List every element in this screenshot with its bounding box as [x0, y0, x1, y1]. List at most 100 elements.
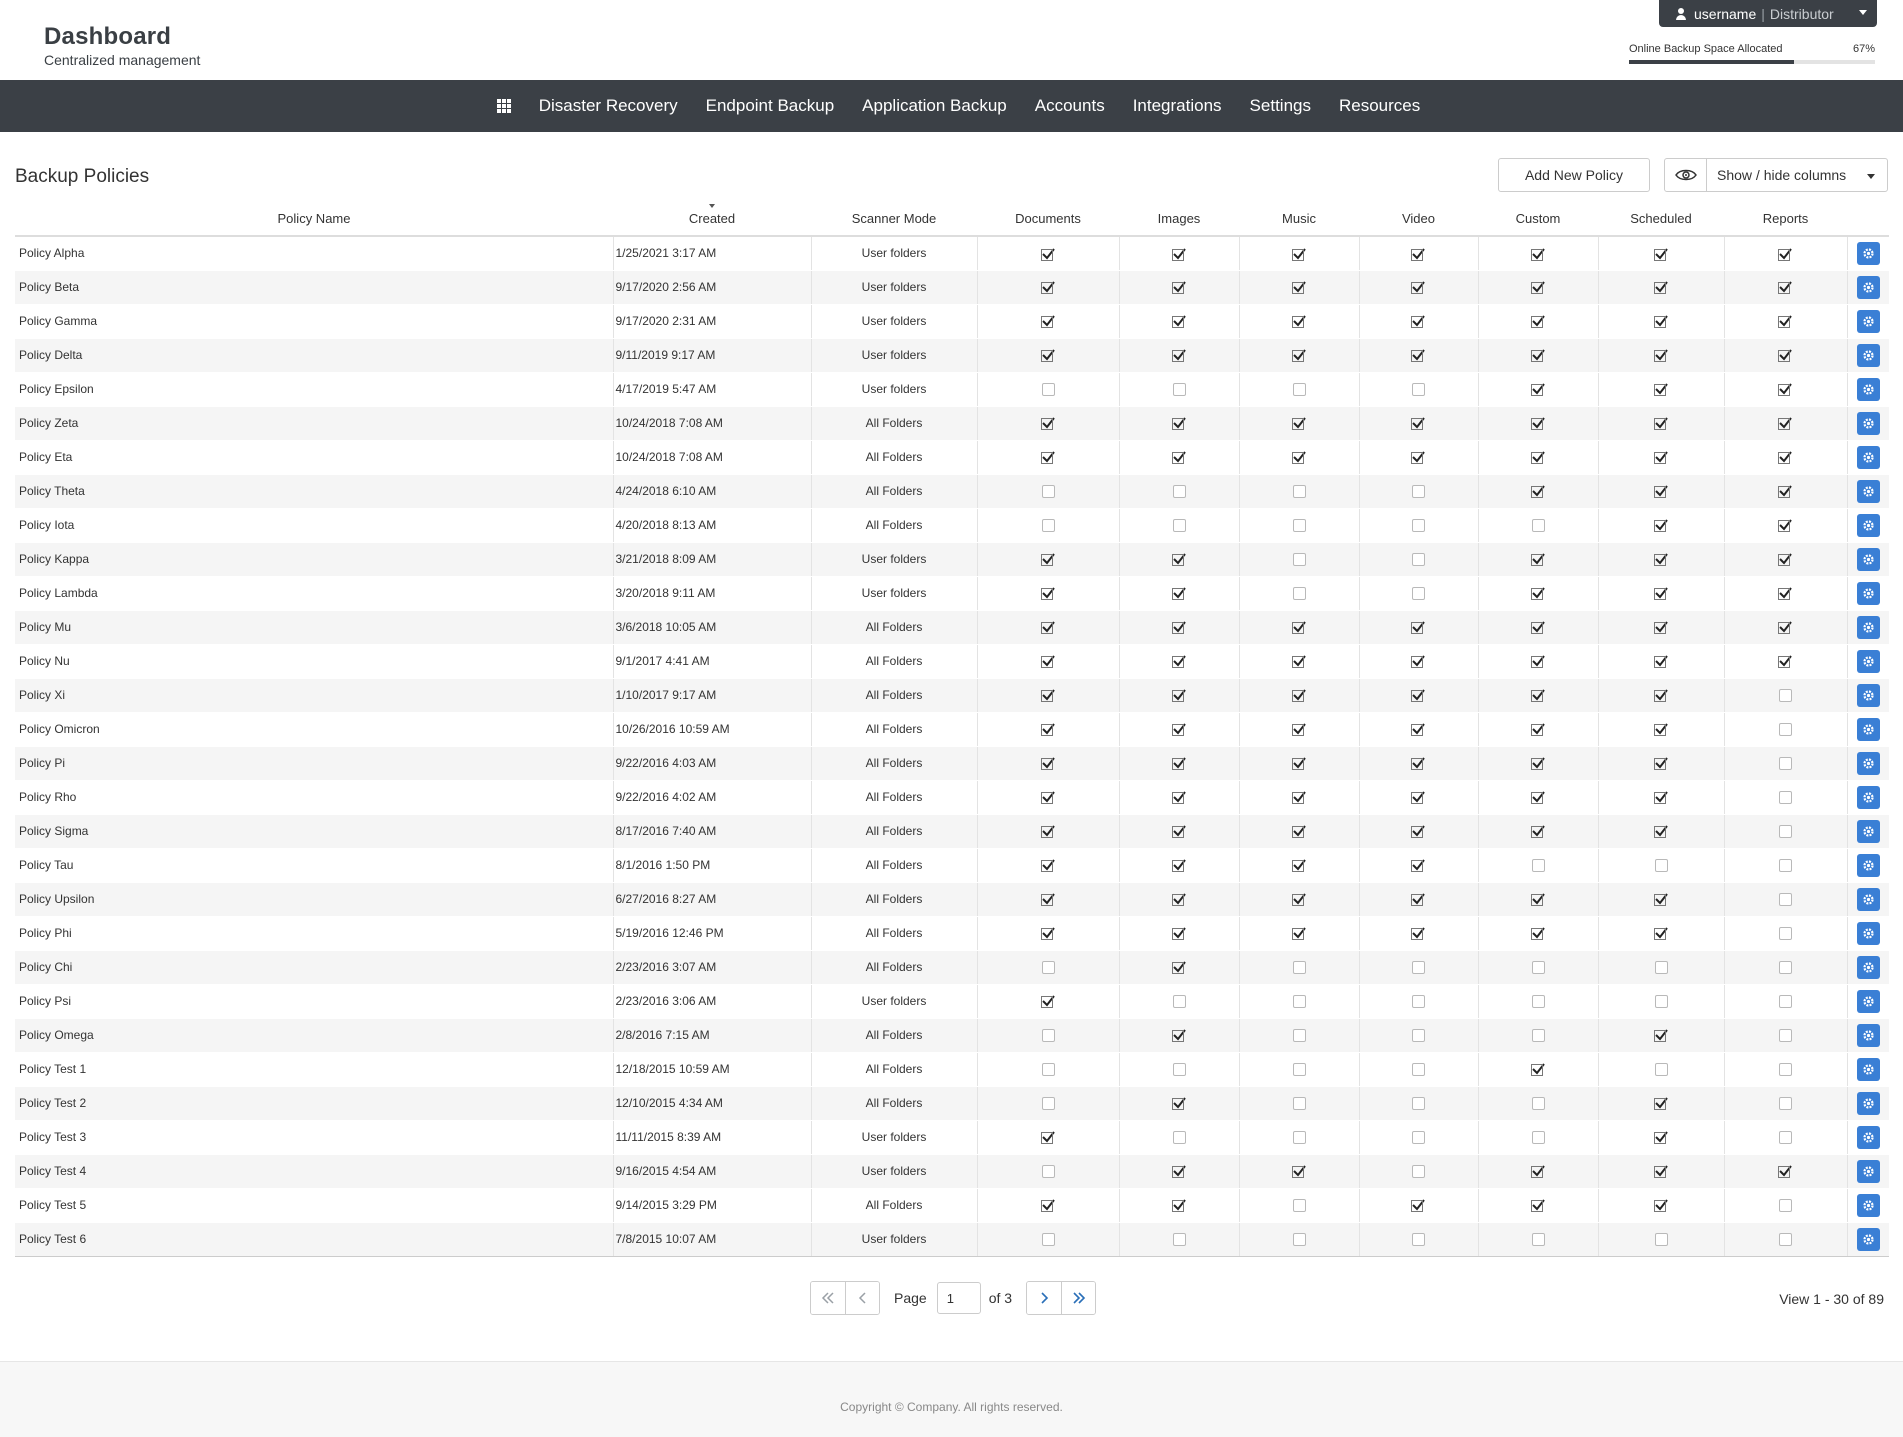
images-cell: [1118, 882, 1239, 917]
nav-integrations[interactable]: Integrations: [1133, 96, 1222, 116]
table-row[interactable]: Policy Kappa 3/21/2018 8:09 AM User folder…: [15, 542, 1889, 577]
nav-settings[interactable]: Settings: [1250, 96, 1311, 116]
table-row[interactable]: Policy Epsilon 4/17/2019 5:47 AM User fold…: [15, 372, 1889, 407]
policy-settings-button[interactable]: [1856, 615, 1880, 639]
policy-settings-button[interactable]: [1856, 1091, 1880, 1115]
policy-settings-button[interactable]: [1856, 377, 1880, 401]
table-row[interactable]: Policy Test 2 12/10/2015 4:34 AM All Folde…: [15, 1086, 1889, 1121]
checkbox-checked-icon: [1040, 587, 1055, 601]
policy-settings-button[interactable]: [1856, 955, 1880, 979]
col-header-scanner-mode[interactable]: Scanner Mode: [811, 202, 977, 237]
table-row[interactable]: Policy Test 5 9/14/2015 3:29 PM All Folder…: [15, 1188, 1889, 1223]
col-header-policy-name[interactable]: Policy Name: [15, 202, 613, 237]
show-hide-columns-button[interactable]: Show / hide columns: [1664, 158, 1888, 192]
actions-cell: [1846, 542, 1889, 577]
prev-page-button[interactable]: [845, 1282, 879, 1314]
table-row[interactable]: Policy Test 1 12/18/2015 10:59 AM All Fold…: [15, 1052, 1889, 1087]
table-row[interactable]: Policy Test 3 11/11/2015 8:39 AM User fold…: [15, 1120, 1889, 1155]
nav-resources[interactable]: Resources: [1339, 96, 1420, 116]
policy-settings-button[interactable]: [1856, 1193, 1880, 1217]
table-row[interactable]: Policy Zeta 10/24/2018 7:08 AM All Folders: [15, 406, 1889, 441]
policy-settings-button[interactable]: [1856, 717, 1880, 741]
created-cell: 9/14/2015 3:29 PM: [612, 1188, 811, 1223]
nav-accounts[interactable]: Accounts: [1035, 96, 1105, 116]
policy-settings-button[interactable]: [1856, 989, 1880, 1013]
table-row[interactable]: Policy Alpha 1/25/2021 3:17 AM User folder…: [15, 236, 1889, 271]
policy-settings-button[interactable]: [1856, 819, 1880, 843]
table-row[interactable]: Policy Beta 9/17/2020 2:56 AM User folders: [15, 270, 1889, 305]
policy-settings-button[interactable]: [1856, 479, 1880, 503]
user-menu-button[interactable]: username | Distributor: [1659, 0, 1877, 27]
table-row[interactable]: Policy Pi 9/22/2016 4:03 AM All Folders: [15, 746, 1889, 781]
policy-settings-button[interactable]: [1856, 921, 1880, 945]
add-new-policy-button[interactable]: Add New Policy: [1498, 158, 1650, 192]
col-header-scheduled[interactable]: Scheduled: [1598, 202, 1724, 237]
table-row[interactable]: Policy Lambda 3/20/2018 9:11 AM User folde…: [15, 576, 1889, 611]
col-header-images[interactable]: Images: [1119, 202, 1239, 237]
policy-settings-button[interactable]: [1856, 1057, 1880, 1081]
policy-name-cell: Policy Psi: [15, 984, 613, 1019]
policy-settings-button[interactable]: [1856, 785, 1880, 809]
policy-settings-button[interactable]: [1856, 309, 1880, 333]
policy-settings-button[interactable]: [1856, 445, 1880, 469]
table-row[interactable]: Policy Phi 5/19/2016 12:46 PM All Folders: [15, 916, 1889, 951]
policy-settings-button[interactable]: [1856, 1023, 1880, 1047]
policy-settings-button[interactable]: [1856, 547, 1880, 571]
policy-settings-button[interactable]: [1856, 1159, 1880, 1183]
policy-settings-button[interactable]: [1856, 411, 1880, 435]
nav-endpoint-backup[interactable]: Endpoint Backup: [706, 96, 835, 116]
policy-settings-button[interactable]: [1856, 275, 1880, 299]
table-row[interactable]: Policy Sigma 8/17/2016 7:40 AM All Folders: [15, 814, 1889, 849]
policy-settings-button[interactable]: [1856, 683, 1880, 707]
apps-grid-icon[interactable]: [496, 99, 511, 113]
checkbox-unchecked-icon: [1412, 961, 1425, 975]
table-row[interactable]: Policy Rho 9/22/2016 4:02 AM All Folders: [15, 780, 1889, 815]
nav-disaster-recovery[interactable]: Disaster Recovery: [539, 96, 678, 116]
scanner-mode-cell: All Folders: [810, 1052, 977, 1087]
col-header-custom[interactable]: Custom: [1478, 202, 1598, 237]
policy-settings-button[interactable]: [1856, 581, 1880, 605]
gear-icon: [1863, 519, 1874, 531]
policy-settings-button[interactable]: [1856, 241, 1880, 265]
table-row[interactable]: Policy Test 6 7/8/2015 10:07 AM User folde…: [15, 1222, 1889, 1257]
page-number-input[interactable]: [936, 1282, 981, 1314]
policy-settings-button[interactable]: [1856, 649, 1880, 673]
table-row[interactable]: Policy Tau 8/1/2016 1:50 PM All Folders: [15, 848, 1889, 883]
table-row[interactable]: Policy Omega 2/8/2016 7:15 AM All Folders: [15, 1018, 1889, 1053]
documents-cell: [976, 678, 1119, 713]
policy-settings-button[interactable]: [1856, 343, 1880, 367]
table-row[interactable]: Policy Xi 1/10/2017 9:17 AM All Folders: [15, 678, 1889, 713]
table-row[interactable]: Policy Chi 2/23/2016 3:07 AM All Folders: [15, 950, 1889, 985]
policy-settings-button[interactable]: [1856, 751, 1880, 775]
table-row[interactable]: Policy Test 4 9/16/2015 4:54 AM User folde…: [15, 1154, 1889, 1189]
policy-settings-button[interactable]: [1856, 513, 1880, 537]
table-row[interactable]: Policy Upsilon 6/27/2016 8:27 AM All Folde…: [15, 882, 1889, 917]
scanner-mode-cell: All Folders: [810, 644, 977, 679]
policy-settings-button[interactable]: [1856, 853, 1880, 877]
table-row[interactable]: Policy Iota 4/20/2018 8:13 AM All Folders: [15, 508, 1889, 543]
col-header-music[interactable]: Music: [1239, 202, 1359, 237]
policy-settings-button[interactable]: [1856, 887, 1880, 911]
table-row[interactable]: Policy Psi 2/23/2016 3:06 AM User folders: [15, 984, 1889, 1019]
checkbox-unchecked-icon: [1654, 1063, 1668, 1077]
col-header-created[interactable]: Created: [613, 202, 811, 237]
next-page-button[interactable]: [1027, 1282, 1062, 1314]
col-header-documents[interactable]: Documents: [977, 202, 1119, 237]
table-row[interactable]: Policy Delta 9/11/2019 9:17 AM User folder…: [15, 338, 1889, 373]
table-row[interactable]: Policy Gamma 9/17/2020 2:31 AM User folder…: [15, 304, 1889, 339]
policy-settings-button[interactable]: [1856, 1227, 1880, 1251]
last-page-button[interactable]: [1061, 1282, 1096, 1314]
nav-application-backup[interactable]: Application Backup: [862, 96, 1007, 116]
checkbox-checked-icon: [1171, 315, 1186, 329]
images-cell: [1118, 1086, 1239, 1121]
first-page-button[interactable]: [811, 1282, 845, 1314]
table-row[interactable]: Policy Eta 10/24/2018 7:08 AM All Folders: [15, 440, 1889, 475]
checkbox-checked-icon: [1653, 315, 1668, 329]
table-row[interactable]: Policy Mu 3/6/2018 10:05 AM All Folders: [15, 610, 1889, 645]
table-row[interactable]: Policy Theta 4/24/2018 6:10 AM All Folders: [15, 474, 1889, 509]
col-header-reports[interactable]: Reports: [1724, 202, 1847, 237]
table-row[interactable]: Policy Omicron 10/26/2016 10:59 AM All Fol…: [15, 712, 1889, 747]
col-header-video[interactable]: Video: [1359, 202, 1478, 237]
policy-settings-button[interactable]: [1856, 1125, 1880, 1149]
table-row[interactable]: Policy Nu 9/1/2017 4:41 AM All Folders: [15, 644, 1889, 679]
